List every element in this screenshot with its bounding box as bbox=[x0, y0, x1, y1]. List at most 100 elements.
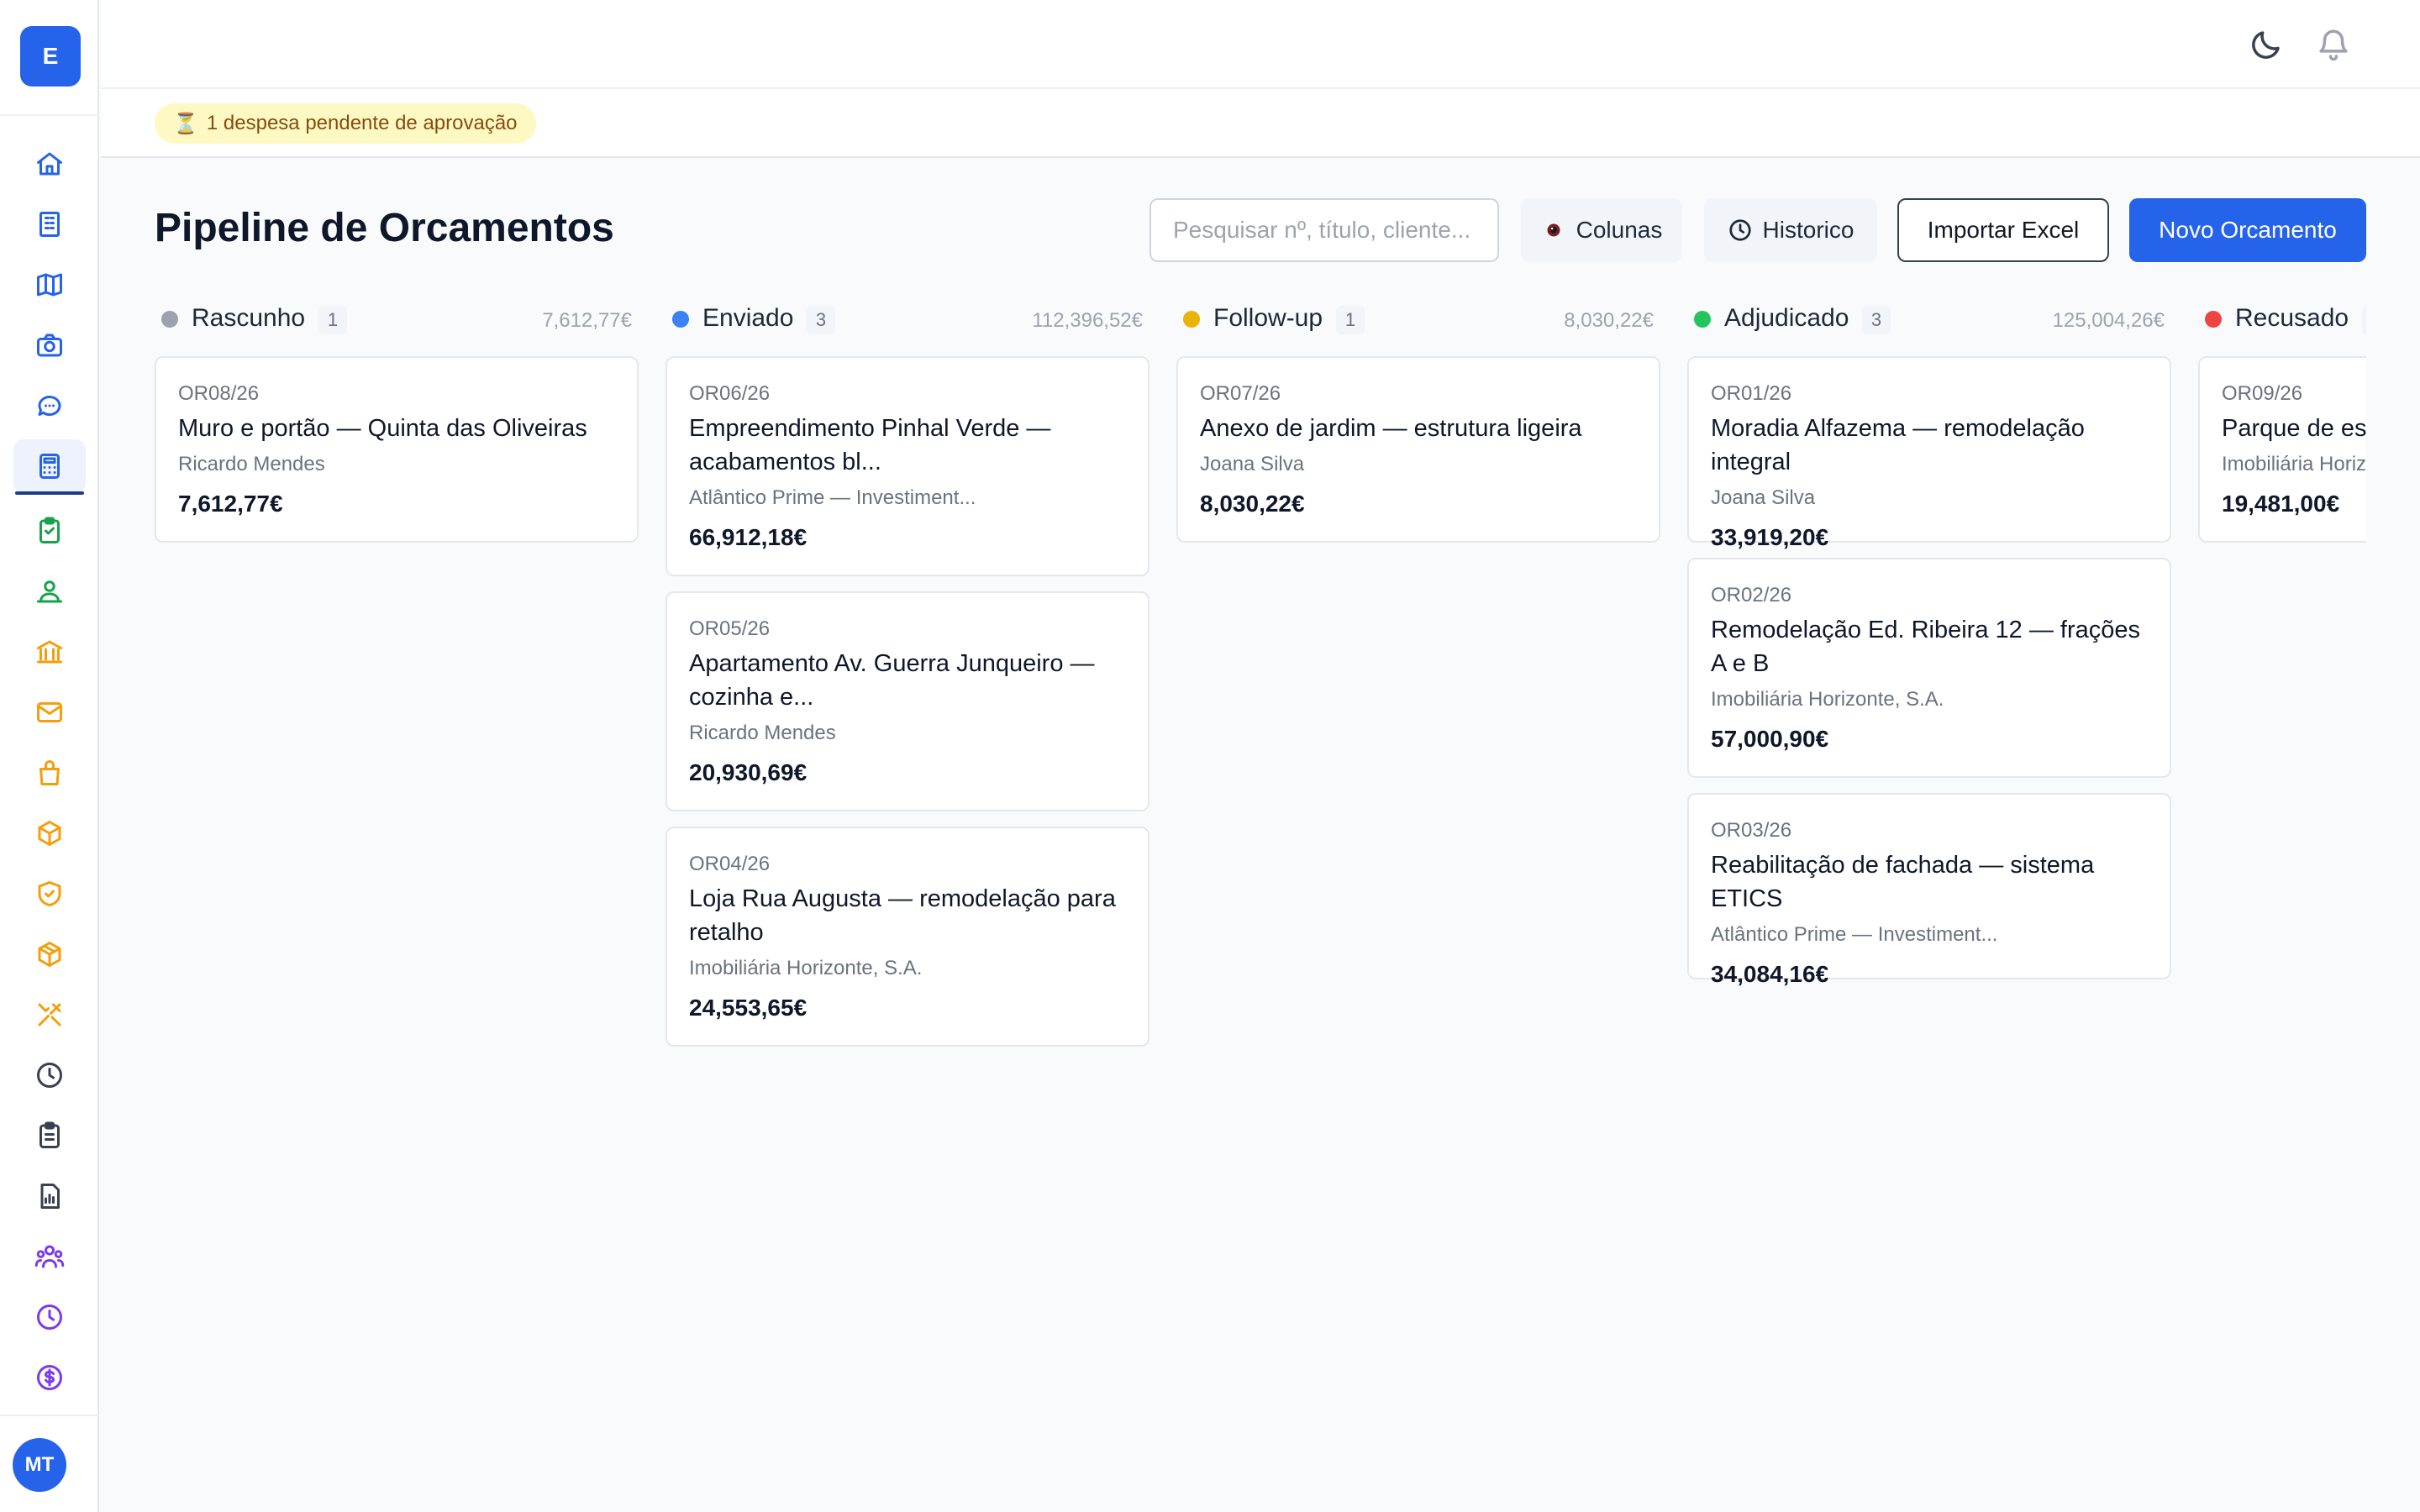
sidebar-item-home[interactable] bbox=[13, 137, 86, 191]
shield-check-icon bbox=[38, 881, 61, 906]
budget-card[interactable]: OR05/26 Apartamento Av. Guerra Junqueiro … bbox=[666, 591, 1150, 811]
budget-client: Joana Silva bbox=[1711, 486, 1816, 509]
report-icon bbox=[40, 1184, 60, 1209]
budget-amount: 33,919,20€ bbox=[1711, 524, 1829, 550]
sidebar-item-calculator[interactable] bbox=[13, 439, 86, 495]
sidebar-item-checklist[interactable] bbox=[13, 1109, 86, 1163]
budget-amount: 66,912,18€ bbox=[689, 524, 808, 550]
bell-icon[interactable] bbox=[2316, 27, 2351, 62]
calculator-icon bbox=[39, 454, 60, 479]
status-dot bbox=[161, 311, 178, 328]
user-avatar[interactable]: MT bbox=[13, 1438, 66, 1492]
column-count: 1 bbox=[1336, 306, 1365, 334]
sidebar-item-map[interactable] bbox=[13, 258, 86, 312]
sidebar-divider bbox=[0, 1415, 99, 1416]
budget-amount: 8,030,22€ bbox=[1200, 491, 1305, 517]
budget-card[interactable]: OR06/26 Empreendimento Pinhal Verde — aca… bbox=[666, 356, 1150, 576]
bank-icon bbox=[37, 640, 62, 664]
column-header: Enviado 3 112,396,52€ bbox=[666, 299, 1150, 339]
column-count: 1 bbox=[2362, 306, 2366, 334]
columns-label: Colunas bbox=[1576, 217, 1663, 243]
pipeline-column: Rascunho 1 7,612,77€ OR08/26 Muro e portão —… bbox=[155, 299, 639, 543]
bag-icon bbox=[39, 760, 60, 785]
history-button[interactable]: Historico bbox=[1704, 198, 1877, 262]
budget-card[interactable]: OR02/26 Remodelação Ed. Ribeira 12 — fraç… bbox=[1687, 558, 2171, 778]
pending-approval-badge[interactable]: ⏳ 1 despesa pendente de aprovação bbox=[155, 103, 536, 144]
column-total: 7,612,77€ bbox=[542, 309, 632, 332]
search-input[interactable] bbox=[1150, 198, 1499, 262]
new-budget-label: Novo Orcamento bbox=[2159, 217, 2337, 243]
budget-title: Apartamento Av. Guerra Junqueiro — cozin… bbox=[689, 650, 1095, 711]
budget-number: OR07/26 bbox=[1200, 382, 1281, 405]
import-excel-button[interactable]: Importar Excel bbox=[1897, 198, 2109, 262]
budget-amount: 34,084,16€ bbox=[1711, 961, 1829, 987]
budget-number: OR01/26 bbox=[1711, 382, 1792, 405]
column-title: Adjudicado bbox=[1724, 304, 1849, 332]
budget-card[interactable]: OR04/26 Loja Rua Augusta — remodelação pa… bbox=[666, 827, 1150, 1047]
budget-card[interactable]: OR08/26 Muro e portão — Quinta das Olivei… bbox=[155, 356, 639, 543]
budget-client: Ricardo Mendes bbox=[689, 722, 836, 744]
sidebar-item-package[interactable] bbox=[13, 927, 86, 981]
pipeline-column: Recusado 1 OR09/26 Parque de estacionamento… bbox=[2198, 299, 2366, 543]
budget-card[interactable]: OR07/26 Anexo de jardim — estrutura ligei… bbox=[1176, 356, 1660, 543]
column-header: Adjudicado 3 125,004,26€ bbox=[1687, 299, 2171, 339]
hourglass-icon: ⏳ bbox=[173, 112, 198, 135]
import-excel-label: Importar Excel bbox=[1927, 217, 2080, 243]
sidebar-item-clipboard[interactable] bbox=[13, 504, 86, 558]
sidebar-item-report[interactable] bbox=[13, 1169, 86, 1223]
pipeline-column: Enviado 3 112,396,52€ OR06/26 Empreendimento… bbox=[666, 299, 1150, 1047]
budget-card[interactable]: OR01/26 Moradia Alfazema — remodelação in… bbox=[1687, 356, 2171, 550]
budget-client: Imobiliária Horizonte, S.A. bbox=[1711, 688, 1944, 711]
sidebar-item-clock[interactable] bbox=[13, 1048, 86, 1102]
sidebar-item-box[interactable] bbox=[13, 806, 86, 860]
pipeline-column: Follow-up 1 8,030,22€ OR07/26 Anexo de jardi… bbox=[1176, 299, 1660, 543]
budget-amount: 24,553,65€ bbox=[689, 995, 808, 1021]
column-title: Enviado bbox=[702, 304, 794, 332]
clock-icon bbox=[1728, 219, 1751, 241]
box-icon bbox=[38, 821, 61, 846]
moon-icon[interactable] bbox=[2249, 27, 2284, 62]
history-icon bbox=[37, 1305, 62, 1330]
budget-card[interactable]: OR03/26 Reabilitação de fachada — sistema… bbox=[1687, 793, 2171, 987]
sidebar-item-building[interactable] bbox=[13, 197, 86, 251]
sidebar-item-bank[interactable] bbox=[13, 625, 86, 679]
camera-icon bbox=[37, 333, 62, 357]
columns-button[interactable]: Colunas bbox=[1521, 198, 1682, 262]
home-icon bbox=[37, 152, 62, 176]
budget-amount: 57,000,90€ bbox=[1711, 726, 1829, 752]
users-icon bbox=[37, 580, 62, 603]
column-total: 112,396,52€ bbox=[1032, 309, 1143, 332]
sidebar-item-tools[interactable] bbox=[13, 988, 86, 1042]
status-dot bbox=[1183, 311, 1200, 328]
budget-title: Reabilitação de fachada — sistema ETICS bbox=[1711, 852, 2095, 912]
budget-client: Atlântico Prime — Investiment... bbox=[1711, 923, 1998, 946]
sidebar-item-team[interactable] bbox=[13, 1230, 86, 1284]
sidebar-item-mail[interactable] bbox=[13, 685, 86, 739]
dollar-icon bbox=[37, 1365, 62, 1390]
budget-title: Empreendimento Pinhal Verde — acabamento… bbox=[689, 415, 1051, 475]
sidebar-item-users[interactable] bbox=[13, 564, 86, 618]
sidebar-item-bag[interactable] bbox=[13, 746, 86, 800]
brand-logo[interactable]: E bbox=[20, 26, 81, 87]
budget-card[interactable]: OR09/26 Parque de estacionamento — sinal.… bbox=[2198, 356, 2366, 543]
column-title: Rascunho bbox=[192, 304, 306, 332]
eye-icon bbox=[1547, 223, 1560, 237]
sidebar-item-history[interactable] bbox=[13, 1290, 86, 1344]
sidebar-item-dollar[interactable] bbox=[13, 1351, 86, 1404]
budget-number: OR03/26 bbox=[1711, 819, 1792, 842]
budget-number: OR06/26 bbox=[689, 382, 771, 405]
sidebar: E MT bbox=[0, 0, 99, 1512]
status-dot bbox=[2205, 311, 2222, 328]
budget-title: Loja Rua Augusta — remodelação para reta… bbox=[689, 885, 1116, 946]
new-budget-button[interactable]: Novo Orcamento bbox=[2129, 198, 2366, 262]
alert-bar: ⏳ 1 despesa pendente de aprovação bbox=[101, 89, 2420, 158]
clock-icon bbox=[37, 1063, 62, 1088]
sidebar-item-chat[interactable] bbox=[13, 379, 86, 433]
sidebar-item-shield-check[interactable] bbox=[13, 867, 86, 921]
budget-amount: 19,481,00€ bbox=[2222, 491, 2340, 517]
page-title: Pipeline de Orcamentos bbox=[155, 206, 614, 250]
column-total: 125,004,26€ bbox=[2052, 309, 2165, 332]
status-dot bbox=[1694, 311, 1711, 328]
sidebar-item-camera[interactable] bbox=[13, 318, 86, 372]
budget-number: OR09/26 bbox=[2222, 382, 2303, 405]
